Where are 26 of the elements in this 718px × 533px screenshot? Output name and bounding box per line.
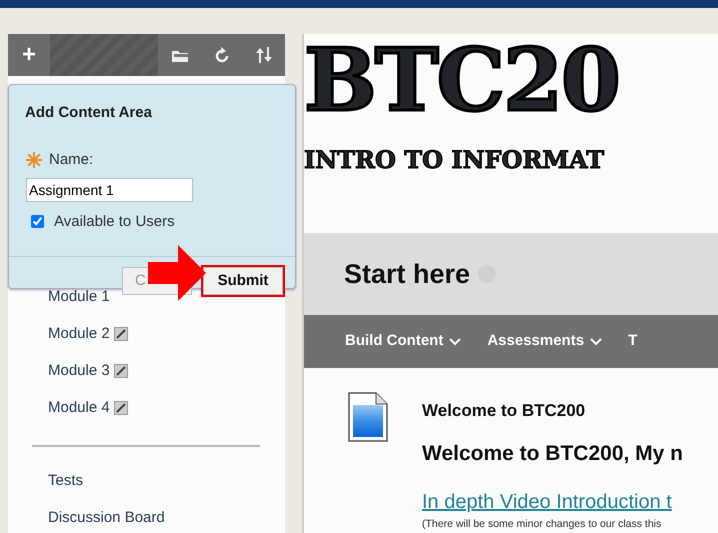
- item-note: (There will be some minor changes to our class this: [422, 517, 662, 532]
- arrow-annotation: [148, 245, 206, 301]
- sidebar-item[interactable]: Module 1: [48, 288, 110, 306]
- available-label: Available to Users: [54, 212, 175, 232]
- sidebar-item[interactable]: Discussion Board: [48, 508, 165, 526]
- name-label: Name:: [49, 150, 94, 170]
- name-field[interactable]: Assignment 1: [26, 178, 193, 202]
- document-icon: [348, 392, 388, 442]
- submit-button[interactable]: Submit: [203, 267, 283, 295]
- banner-title: BTC20: [304, 38, 619, 124]
- sidebar-item[interactable]: Module 4: [48, 398, 110, 416]
- video-link[interactable]: In depth Video Introduction t: [422, 487, 672, 517]
- sidebar-item[interactable]: Module 2: [48, 324, 110, 342]
- page-title: Start here: [344, 258, 470, 290]
- action-menu-button[interactable]: Assessments: [487, 330, 602, 353]
- action-menu-button[interactable]: Build Content: [345, 330, 462, 353]
- sidebar-item[interactable]: Module 3: [48, 362, 110, 380]
- required-icon: [25, 151, 43, 170]
- banner-subtitle: INTRO TO INFORMAT: [304, 144, 604, 176]
- item-title: Welcome to BTC200: [422, 400, 586, 422]
- add-button[interactable]: +: [8, 34, 50, 76]
- action-menu-button[interactable]: T: [628, 330, 638, 353]
- popup-title: Add Content Area: [25, 103, 152, 123]
- sidebar-item[interactable]: Tests: [48, 472, 84, 490]
- item-heading: Welcome to BTC200, My n: [422, 440, 684, 466]
- available-checkbox[interactable]: [31, 215, 44, 228]
